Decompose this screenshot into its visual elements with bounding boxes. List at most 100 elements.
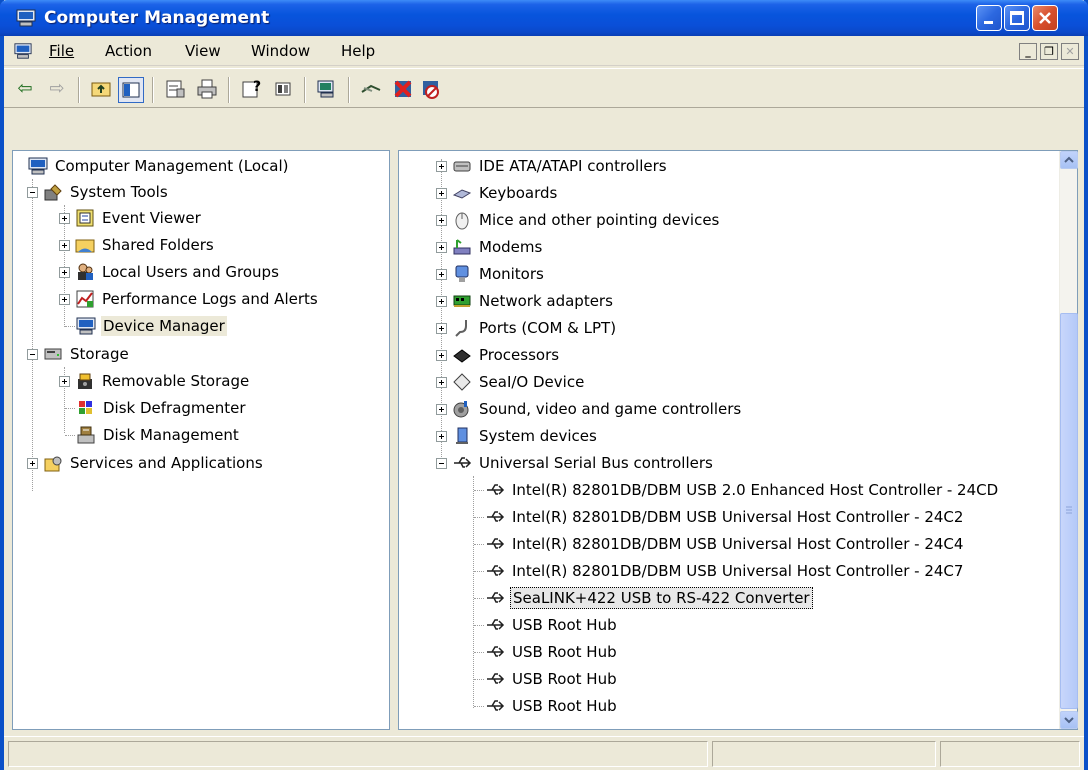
- tree-label: Device Manager: [101, 316, 227, 336]
- scrollbar-thumb[interactable]: [1060, 313, 1078, 709]
- computer-management-icon: [16, 9, 36, 27]
- device-category-row[interactable]: Mice and other pointing devices: [436, 207, 721, 233]
- child-restore-button[interactable]: ❐: [1040, 43, 1058, 60]
- help-icon[interactable]: ?: [238, 77, 264, 103]
- usb-device-row[interactable]: Intel(R) 82801DB/DBM USB Universal Host …: [474, 558, 965, 584]
- tree-item-system-tools[interactable]: System Tools: [27, 179, 170, 205]
- menu-window-label: Window: [251, 42, 311, 60]
- tree-label: Local Users and Groups: [102, 263, 279, 281]
- close-button[interactable]: [1032, 5, 1058, 31]
- print-icon[interactable]: [194, 77, 220, 103]
- menu-file[interactable]: File: [49, 42, 74, 60]
- device-category-row[interactable]: Universal Serial Bus controllers: [436, 450, 715, 476]
- up-folder-icon[interactable]: [88, 77, 114, 103]
- device-category-row[interactable]: IDE ATA/ATAPI controllers: [436, 153, 669, 179]
- tree-label: Services and Applications: [70, 454, 263, 472]
- show-hide-tree-icon[interactable]: [118, 77, 144, 103]
- usb-device-row[interactable]: Intel(R) 82801DB/DBM USB Universal Host …: [474, 531, 965, 557]
- child-minimize-button[interactable]: _: [1019, 43, 1037, 60]
- expand-toggle[interactable]: [59, 212, 70, 224]
- menu-view-label: View: [185, 42, 221, 60]
- scroll-down-button[interactable]: [1060, 711, 1078, 729]
- expand-toggle[interactable]: [436, 268, 447, 280]
- device-category-row[interactable]: SeaI/O Device: [436, 369, 586, 395]
- expand-toggle[interactable]: [27, 457, 38, 469]
- console-icon[interactable]: [270, 77, 296, 103]
- scan-hardware-icon[interactable]: [358, 77, 384, 103]
- usb-device-row-selected[interactable]: SeaLINK+422 USB to RS-422 Converter: [474, 585, 813, 611]
- usb-device-label: USB Root Hub: [512, 670, 617, 688]
- menu-view[interactable]: View: [185, 42, 221, 60]
- tree-item-shared-folders[interactable]: Shared Folders: [59, 232, 216, 258]
- minimize-button[interactable]: [976, 5, 1002, 31]
- uninstall-icon[interactable]: [390, 77, 416, 103]
- expand-toggle[interactable]: [59, 266, 70, 278]
- device-tree-pane[interactable]: IDE ATA/ATAPI controllers Keyboards Mice…: [398, 150, 1078, 730]
- usb-device-row[interactable]: USB Root Hub: [474, 666, 619, 692]
- expand-toggle[interactable]: [436, 376, 447, 388]
- menu-action[interactable]: Action: [105, 42, 152, 60]
- device-category-row[interactable]: Keyboards: [436, 180, 559, 206]
- menu-action-label: Action: [105, 42, 152, 60]
- expand-toggle[interactable]: [436, 430, 447, 442]
- expand-toggle[interactable]: [436, 295, 447, 307]
- device-category-row[interactable]: Processors: [436, 342, 561, 368]
- device-category-row[interactable]: System devices: [436, 423, 599, 449]
- usb-device-row[interactable]: USB Root Hub: [474, 612, 619, 638]
- expand-toggle[interactable]: [436, 241, 447, 253]
- collapse-toggle[interactable]: [436, 457, 447, 469]
- expand-toggle[interactable]: [59, 375, 70, 387]
- console-tree-pane[interactable]: Computer Management (Local) System Tools…: [12, 150, 390, 730]
- disable-icon[interactable]: [418, 77, 444, 103]
- menu-window[interactable]: Window: [251, 42, 310, 60]
- device-category-row[interactable]: Sound, video and game controllers: [436, 396, 743, 422]
- child-close-button[interactable]: ✕: [1061, 43, 1079, 60]
- collapse-toggle[interactable]: [27, 186, 38, 198]
- device-category-row[interactable]: Network adapters: [436, 288, 615, 314]
- expand-toggle[interactable]: [436, 214, 447, 226]
- usb-icon: [451, 453, 473, 473]
- maximize-button[interactable]: [1004, 5, 1030, 31]
- expand-toggle[interactable]: [59, 293, 70, 305]
- forward-arrow-icon[interactable]: ⇨: [44, 77, 70, 103]
- device-category-row[interactable]: Ports (COM & LPT): [436, 315, 618, 341]
- expand-toggle[interactable]: [436, 187, 447, 199]
- tree-item-disk-defragmenter[interactable]: Disk Defragmenter: [65, 395, 248, 421]
- tree-item-storage[interactable]: Storage: [27, 341, 131, 367]
- toolbar-separator: [78, 77, 80, 103]
- expand-toggle[interactable]: [436, 349, 447, 361]
- expand-toggle[interactable]: [436, 403, 447, 415]
- toolbar-separator: [348, 77, 350, 103]
- usb-device-row[interactable]: USB Root Hub: [474, 693, 619, 719]
- expand-toggle[interactable]: [59, 239, 70, 251]
- expand-toggle[interactable]: [436, 322, 447, 334]
- properties-icon[interactable]: [162, 77, 188, 103]
- disk-management-icon: [75, 425, 97, 445]
- vertical-scrollbar[interactable]: [1059, 151, 1078, 729]
- back-arrow-icon[interactable]: ⇦: [12, 77, 38, 103]
- device-category-row[interactable]: Monitors: [436, 261, 546, 287]
- device-category-row[interactable]: Modems: [436, 234, 544, 260]
- collapse-toggle[interactable]: [27, 348, 38, 360]
- scroll-up-button[interactable]: [1060, 151, 1078, 169]
- device-category-label: Keyboards: [479, 184, 558, 202]
- usb-device-row[interactable]: Intel(R) 82801DB/DBM USB Universal Host …: [474, 504, 965, 530]
- tree-item-services-applications[interactable]: Services and Applications: [27, 450, 265, 476]
- menu-help[interactable]: Help: [341, 42, 375, 60]
- tree-item-disk-management[interactable]: Disk Management: [65, 422, 241, 448]
- tree-item-local-users[interactable]: Local Users and Groups: [59, 259, 281, 285]
- tree-item-perf-logs[interactable]: Performance Logs and Alerts: [59, 286, 320, 312]
- tree-item-device-manager[interactable]: Device Manager: [65, 313, 227, 339]
- tree-item-computer-management[interactable]: Computer Management (Local): [27, 153, 291, 179]
- title-bar[interactable]: Computer Management: [0, 0, 1088, 36]
- seaio-device-icon: [451, 372, 473, 392]
- tree-item-removable-storage[interactable]: Removable Storage: [59, 368, 251, 394]
- computer-icon[interactable]: [314, 77, 340, 103]
- tree-connector: [474, 489, 484, 491]
- usb-device-row[interactable]: USB Root Hub: [474, 639, 619, 665]
- tree-item-event-viewer[interactable]: Event Viewer: [59, 205, 203, 231]
- expand-toggle[interactable]: [436, 160, 447, 172]
- usb-device-row[interactable]: Intel(R) 82801DB/DBM USB 2.0 Enhanced Ho…: [474, 477, 1000, 503]
- console-menu-icon[interactable]: [14, 42, 32, 60]
- device-category-label: System devices: [479, 427, 597, 445]
